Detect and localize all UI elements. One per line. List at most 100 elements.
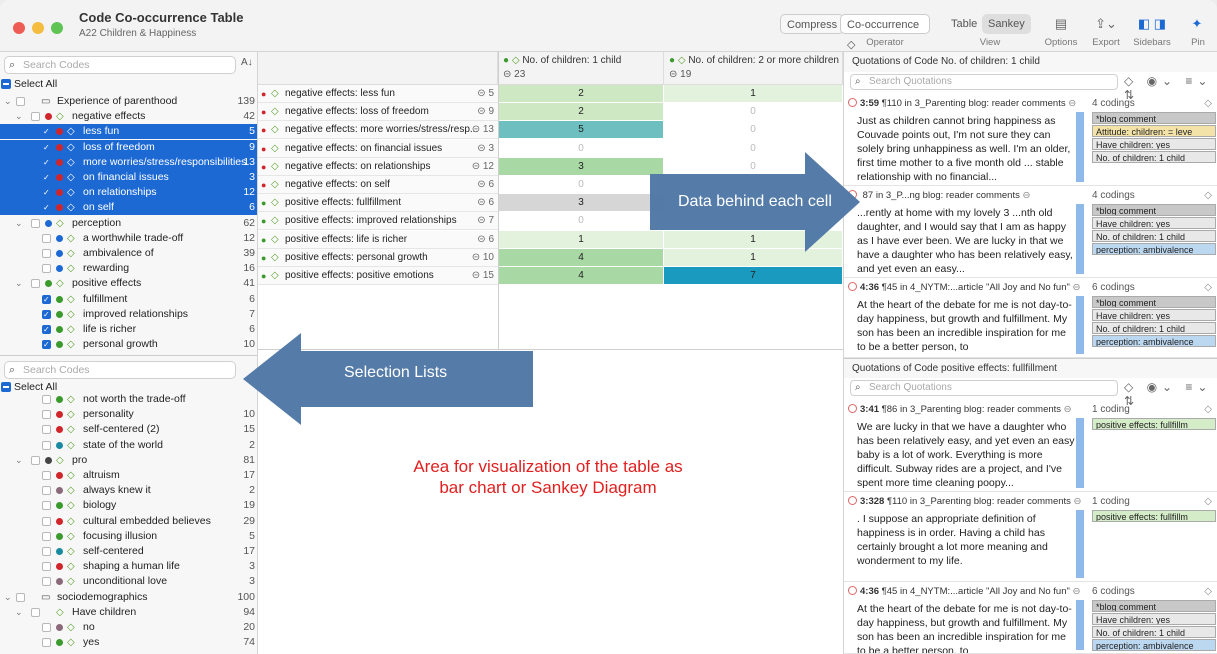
table-cell[interactable]: 3 xyxy=(499,157,664,176)
table-cell[interactable]: 2 xyxy=(499,85,664,103)
quotation-item[interactable]: 4:36 ¶45 in 4_NYTM:...article "All Joy a… xyxy=(844,278,1217,358)
go-to-icon[interactable]: ⊖ xyxy=(1068,98,1076,109)
table-row[interactable]: ● ◇ negative effects: on self ⊝ 6 xyxy=(258,176,498,194)
code-checkbox[interactable] xyxy=(42,170,51,185)
table-cell[interactable]: 4 xyxy=(499,267,664,285)
code-tree-row[interactable]: ◇ state of the world 2 xyxy=(0,438,257,453)
code-checkbox[interactable] xyxy=(42,307,51,322)
table-cell[interactable]: 4 xyxy=(499,248,664,267)
go-to-icon[interactable]: ⊖ xyxy=(1073,282,1081,293)
code-tree-row[interactable]: ◇ on self 6 xyxy=(0,200,257,216)
code-tree-row[interactable]: ◇personal growth10 xyxy=(0,337,257,352)
code-tag[interactable]: perception: ambivalence xyxy=(1092,639,1216,651)
code-tree-row[interactable]: ◇ ambivalence of 39 xyxy=(0,246,257,261)
code-tag[interactable]: *blog comment xyxy=(1092,296,1216,308)
code-checkbox[interactable] xyxy=(42,638,51,648)
code-checkbox[interactable] xyxy=(42,516,51,526)
table-row[interactable]: ● ◇ positive effects: improved relations… xyxy=(258,212,498,231)
chevron-down-icon[interactable]: ⌄ xyxy=(15,453,23,468)
chevron-down-icon[interactable]: ⌄ xyxy=(15,109,23,124)
close-window-button[interactable] xyxy=(13,22,25,34)
quotation-item[interactable]: 87 in 3_P...ng blog: reader comments ⊖ .… xyxy=(844,186,1217,278)
code-tree-row[interactable]: ◇ personality 10 xyxy=(0,407,257,422)
table-row[interactable]: ● ◇ negative effects: on relationships ⊝… xyxy=(258,157,498,176)
table-cell[interactable]: 7 xyxy=(664,267,843,285)
table-cell[interactable]: 1 xyxy=(664,85,843,103)
quotations-search-input-2[interactable]: ⌕ Search Quotations xyxy=(850,380,1118,396)
table-row[interactable]: ● ◇ negative effects: on financial issue… xyxy=(258,139,498,158)
code-tree-row[interactable]: ◇ shaping a human life 3 xyxy=(0,559,257,574)
code-tag[interactable]: positive effects: fullfillm xyxy=(1092,418,1216,430)
code-checkbox[interactable] xyxy=(16,97,25,106)
code-tree-row[interactable]: ◇ on financial issues 3 xyxy=(0,170,257,185)
zoom-window-button[interactable] xyxy=(51,22,63,34)
table-row[interactable]: ● ◇ positive effects: personal growth ⊝ … xyxy=(258,248,498,267)
chevron-down-icon[interactable]: ⌄ xyxy=(15,605,23,620)
code-checkbox[interactable] xyxy=(42,410,51,420)
code-tree-row[interactable]: ◇ biology 19 xyxy=(0,498,257,513)
code-tag[interactable]: Have children: yes xyxy=(1092,138,1216,150)
code-checkbox[interactable] xyxy=(42,337,51,352)
code-checkbox[interactable] xyxy=(31,455,40,465)
select-all-checkbox-icon[interactable] xyxy=(1,382,11,392)
go-to-icon[interactable]: ⊖ xyxy=(1073,586,1081,597)
minimize-window-button[interactable] xyxy=(32,22,44,34)
code-checkbox[interactable] xyxy=(42,440,51,450)
code-checkbox[interactable] xyxy=(42,486,51,496)
code-checkbox[interactable] xyxy=(42,501,51,511)
code-tree-row[interactable]: ◇ no 20 xyxy=(0,620,257,635)
view-sankey-button[interactable]: Sankey xyxy=(982,14,1031,34)
table-cell[interactable]: 5 xyxy=(499,121,664,140)
code-tree-row[interactable]: ◇ self-centered 17 xyxy=(0,544,257,559)
code-tree-row[interactable]: ⌄ ◇ Have children 94 xyxy=(0,605,257,620)
code-checkbox[interactable] xyxy=(42,185,51,200)
code-checkbox[interactable] xyxy=(31,112,40,122)
code-tree-row[interactable]: ◇ more worries/stress/responsibilities13 xyxy=(0,154,257,170)
code-tree-row[interactable]: ⌄ ◇ positive effects 41 xyxy=(0,276,257,291)
table-row[interactable]: ● ◇ negative effects: less fun ⊝ 5 xyxy=(258,85,498,103)
table-row[interactable]: ● ◇ negative effects: loss of freedom ⊝ … xyxy=(258,103,498,122)
code-tree-row[interactable]: ◇ a worthwhile trade-off 12 xyxy=(0,231,257,246)
code-tag[interactable]: Have children: yes xyxy=(1092,217,1216,229)
code-tree-row[interactable]: ⌄ ◇ perception 62 xyxy=(0,216,257,231)
code-tree-row[interactable]: ⌄ ▭ sociodemographics 100 xyxy=(0,590,257,605)
quotations-search-input-1[interactable]: ⌕ Search Quotations xyxy=(850,74,1118,90)
column-header-2[interactable]: ● ◇ No. of children: 2 or more children … xyxy=(664,52,843,85)
code-checkbox[interactable] xyxy=(42,233,51,243)
code-tree-row[interactable]: ⌄ ◇ negative effects 42 xyxy=(0,109,257,124)
column-header-1[interactable]: ● ◇ No. of children: 1 child ⊝ 23 xyxy=(498,52,664,85)
code-tag[interactable]: perception: ambivalence xyxy=(1092,335,1216,347)
chevron-down-icon[interactable]: ⌄ xyxy=(15,216,23,231)
code-tag[interactable]: *blog comment xyxy=(1092,112,1216,124)
table-cell[interactable]: 0 xyxy=(499,212,664,231)
table-cell[interactable]: 3 xyxy=(499,194,664,213)
code-checkbox[interactable] xyxy=(42,140,51,155)
code-tree-row[interactable]: ⌄ ◇ pro 81 xyxy=(0,453,257,468)
code-tree-row[interactable]: ◇ not worth the trade-off xyxy=(0,392,257,407)
code-checkbox[interactable] xyxy=(42,264,51,274)
table-cell[interactable]: 2 xyxy=(499,103,664,122)
code-checkbox[interactable] xyxy=(31,607,40,617)
select-all-checkbox-icon[interactable] xyxy=(1,79,11,89)
code-tree-row[interactable]: ⌄ ▭ Experience of parenthood 139 xyxy=(0,94,257,109)
table-row[interactable]: ● ◇ negative effects: more worries/stres… xyxy=(258,121,498,140)
code-tree-row[interactable]: ◇ on relationships 12 xyxy=(0,185,257,201)
pin-icon[interactable]: ✦ xyxy=(1186,14,1208,34)
code-checkbox[interactable] xyxy=(42,200,51,215)
quotation-item[interactable]: 3:59 ¶110 in 3_Parenting blog: reader co… xyxy=(844,94,1217,186)
go-to-icon[interactable]: ⊖ xyxy=(1064,404,1072,415)
options-icon[interactable]: ▤ xyxy=(1050,14,1072,34)
view-table-button[interactable]: Table xyxy=(945,14,983,34)
quotation-item[interactable]: 3:41 ¶86 in 3_Parenting blog: reader com… xyxy=(844,400,1217,492)
table-row[interactable]: ● ◇ positive effects: life is richer ⊝ 6 xyxy=(258,230,498,249)
code-checkbox[interactable] xyxy=(31,218,40,228)
code-tag[interactable]: No. of children: 1 child xyxy=(1092,151,1216,163)
code-tag[interactable]: Have children: yes xyxy=(1092,613,1216,625)
code-tree-row[interactable]: ◇ less fun 5 xyxy=(0,124,257,140)
sort-az-icon[interactable]: A↓ xyxy=(241,57,253,68)
chevron-down-icon[interactable]: ⌄ xyxy=(4,590,12,605)
code-tree-row[interactable]: ◇ unconditional love 3 xyxy=(0,574,257,589)
operator-select[interactable]: Co-occurrence ◇ xyxy=(840,14,930,51)
table-row[interactable]: ● ◇ positive effects: positive emotions … xyxy=(258,267,498,285)
code-tree-row[interactable]: ◇ self-centered (2) 15 xyxy=(0,422,257,437)
